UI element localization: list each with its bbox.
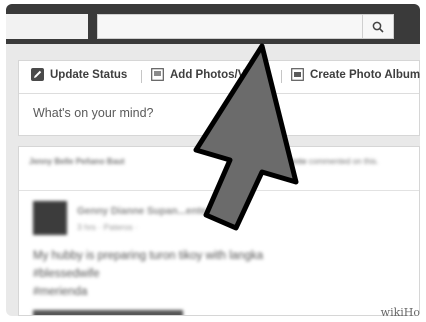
watermark-logo: wikiHo	[380, 306, 420, 319]
arrow-pointer	[193, 43, 299, 231]
